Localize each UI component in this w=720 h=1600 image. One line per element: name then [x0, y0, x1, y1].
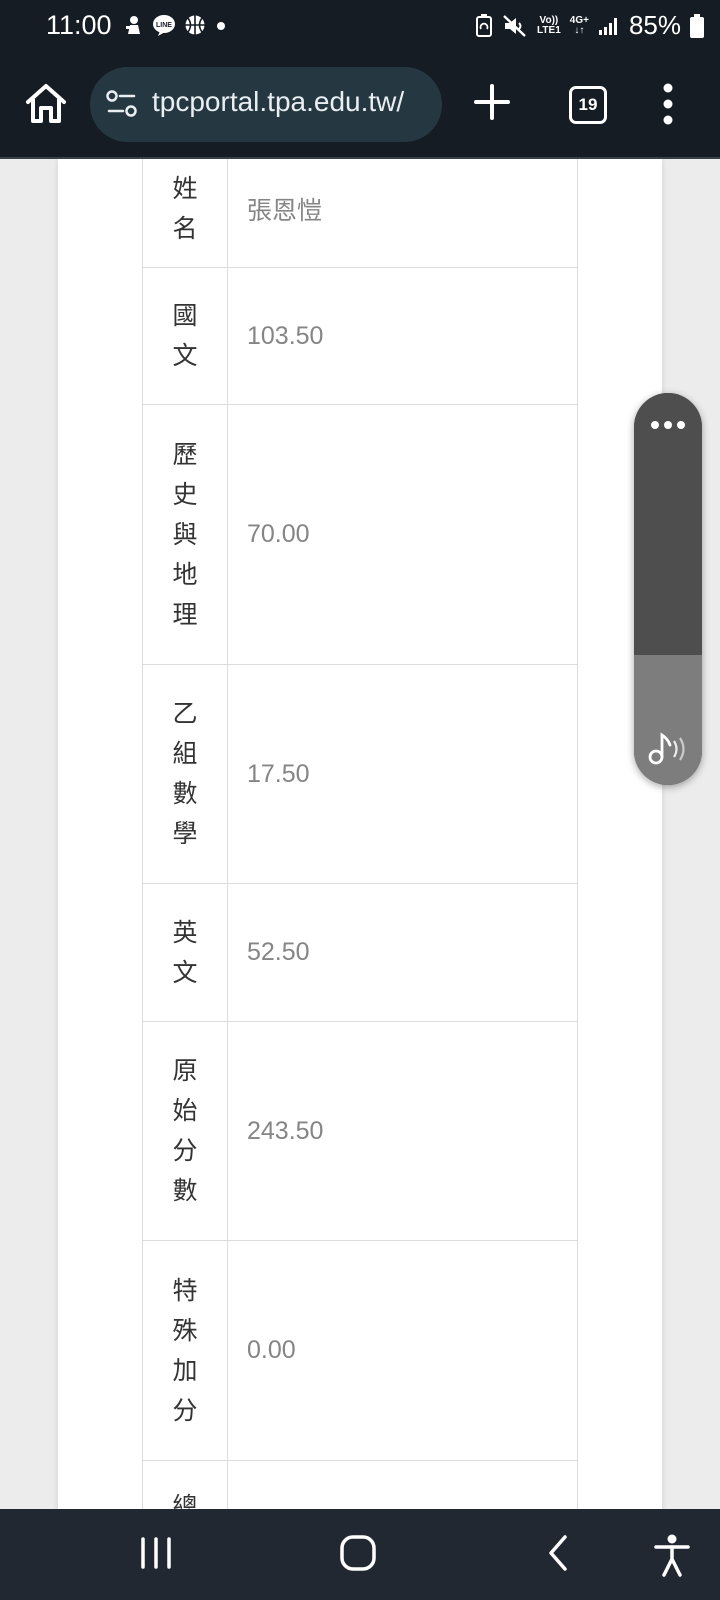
volte-indicator: Vo)) LTE1	[537, 14, 561, 36]
svg-text:LINE: LINE	[156, 22, 172, 29]
game-icon	[126, 16, 140, 34]
back-icon[interactable]	[538, 1533, 578, 1573]
row-label: 英文	[142, 883, 228, 1022]
row-label: 總	[142, 1460, 228, 1509]
table-row: 歷史與地理 70.00	[142, 404, 578, 665]
row-value: 243.50	[227, 1021, 578, 1241]
row-label: 乙組數學	[142, 664, 228, 884]
table-row: 乙組數學 17.50	[142, 664, 578, 884]
row-label: 原始分數	[142, 1021, 228, 1241]
notification-icons: LINE	[124, 14, 228, 36]
sound-note-icon[interactable]	[648, 731, 690, 767]
row-value: 52.50	[227, 883, 578, 1022]
battery-percent: 85%	[628, 10, 681, 40]
panel-top[interactable]	[634, 393, 702, 655]
basketball-icon	[185, 15, 205, 35]
row-value: 70.00	[227, 404, 578, 665]
row-label: 國文	[142, 267, 228, 405]
status-bar: 11:00 LINE Vo)) LTE1 4G+ ↓↑ 85%	[0, 0, 720, 52]
table-row: 特殊加分 0.00	[142, 1240, 578, 1461]
site-settings-icon[interactable]	[106, 89, 138, 119]
row-value: 張恩愷	[227, 159, 578, 268]
recents-icon[interactable]	[136, 1533, 176, 1573]
row-value	[227, 1460, 578, 1509]
status-right: Vo)) LTE1 4G+ ↓↑ 85%	[475, 10, 704, 41]
signal-icon	[598, 17, 617, 35]
tab-switcher-button[interactable]: 19	[569, 86, 607, 124]
line-icon: LINE	[153, 15, 175, 36]
home-icon[interactable]	[338, 1533, 378, 1573]
battery-icon	[690, 13, 704, 38]
row-value: 0.00	[227, 1240, 578, 1461]
status-time: 11:00	[46, 10, 112, 40]
row-label: 特殊加分	[142, 1240, 228, 1461]
row-value: 17.50	[227, 664, 578, 884]
table-row: 總	[142, 1460, 578, 1509]
url-text[interactable]: tpcportal.tpa.edu.tw/	[152, 86, 404, 118]
web-content[interactable]: 姓名 張恩愷 國文 103.50 歷史與地理 70.00 乙組數學 17.50 …	[0, 159, 720, 1509]
row-value: 103.50	[227, 267, 578, 405]
table-row: 英文 52.50	[142, 883, 578, 1022]
table-row: 國文 103.50	[142, 267, 578, 405]
new-tab-icon[interactable]	[470, 80, 514, 124]
row-label: 姓名	[142, 159, 228, 268]
score-table: 姓名 張恩愷 國文 103.50 歷史與地理 70.00 乙組數學 17.50 …	[142, 159, 578, 1509]
mute-icon	[503, 14, 526, 37]
more-menu-icon[interactable]	[662, 82, 674, 126]
accessibility-icon[interactable]	[652, 1533, 692, 1577]
floating-sound-panel[interactable]	[634, 393, 702, 785]
home-button-icon[interactable]	[22, 80, 70, 128]
dot-icon	[217, 22, 225, 30]
network-indicator: 4G+ ↓↑	[569, 14, 589, 36]
browser-toolbar: tpcportal.tpa.edu.tw/ 19	[0, 52, 720, 159]
row-label: 歷史與地理	[142, 404, 228, 665]
more-dots-icon[interactable]	[650, 420, 686, 430]
table-row: 姓名 張恩愷	[142, 159, 578, 268]
recycle-battery-icon	[476, 13, 493, 37]
data-arrows-icon: ↓↑	[574, 24, 585, 36]
address-bar[interactable]: tpcportal.tpa.edu.tw/	[90, 67, 442, 142]
table-row: 原始分數 243.50	[142, 1021, 578, 1241]
system-navigation-bar	[0, 1509, 720, 1600]
